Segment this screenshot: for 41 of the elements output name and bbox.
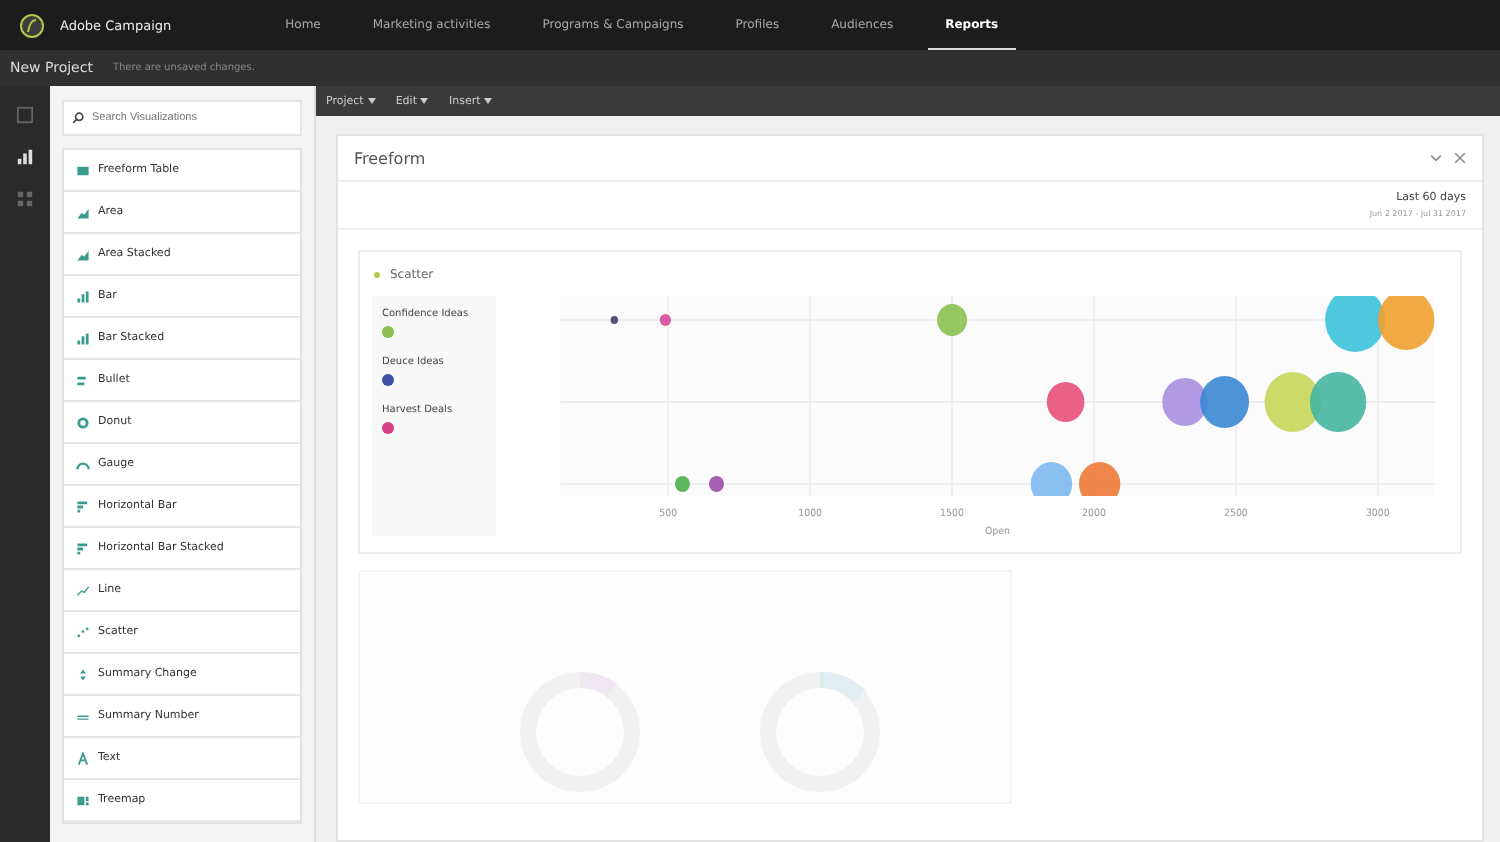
area-chart-icon	[76, 205, 90, 219]
bubble	[709, 476, 725, 492]
close-icon[interactable]	[1454, 152, 1466, 164]
caret-icon	[367, 98, 376, 104]
horizontal-bar-icon	[76, 541, 90, 555]
bar-chart-icon	[76, 331, 90, 345]
bubble	[1309, 372, 1367, 432]
bubble	[1046, 382, 1085, 422]
caret-icon	[420, 98, 429, 104]
arrows-icon	[76, 667, 90, 681]
area-chart-icon	[76, 247, 90, 261]
bar-chart-icon[interactable]	[16, 148, 34, 166]
treemap-icon	[76, 793, 90, 807]
panel-icon[interactable]	[16, 106, 34, 124]
bubble	[674, 476, 690, 492]
caret-icon	[484, 98, 493, 104]
status-dot	[374, 271, 380, 277]
donut-icon	[76, 415, 90, 429]
panel-title: Freeform	[354, 149, 426, 167]
bubble	[659, 314, 672, 326]
bubble	[1200, 376, 1249, 428]
table-icon	[76, 163, 90, 177]
scatter-icon	[76, 625, 90, 639]
gauge-icon	[76, 457, 90, 471]
bubble	[1378, 296, 1435, 350]
bubble	[1030, 462, 1073, 496]
grid-icon[interactable]	[16, 190, 34, 208]
logo-icon	[20, 13, 44, 37]
bar-chart-icon	[76, 289, 90, 303]
bullet-chart-icon	[76, 373, 90, 387]
bubble	[1264, 372, 1321, 432]
line-chart-icon	[76, 583, 90, 597]
bubble	[610, 316, 619, 324]
search-icon	[72, 112, 84, 124]
text-icon	[76, 751, 90, 765]
bubble	[1079, 462, 1121, 496]
chevron-icon[interactable]	[1430, 152, 1442, 164]
bubble	[937, 304, 968, 336]
bubble	[1325, 296, 1386, 352]
horizontal-bar-icon	[76, 499, 90, 513]
bubble	[1162, 378, 1208, 426]
